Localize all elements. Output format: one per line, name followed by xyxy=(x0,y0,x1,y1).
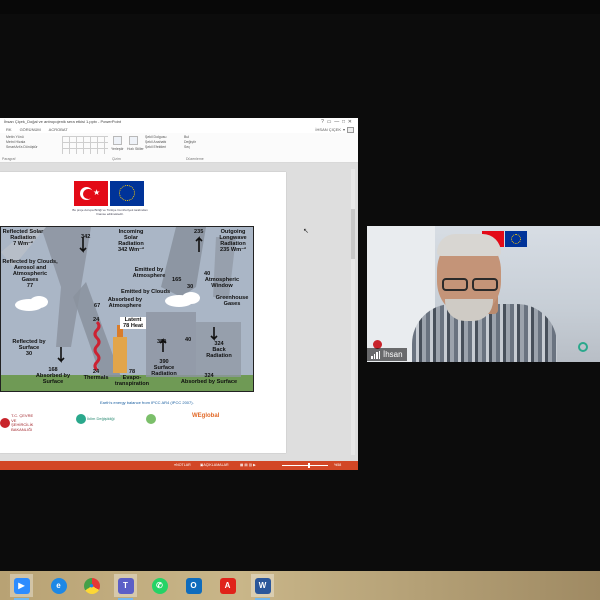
shape-format-group: Şekil Dolgusu Şekil Anahattı Şekil Efekt… xyxy=(145,135,166,150)
label-evapotranspiration: 78 Evapo- transpiration xyxy=(114,369,150,387)
label-165: 165 xyxy=(172,277,182,283)
taskbar-outlook-icon[interactable]: O xyxy=(182,574,205,597)
label-40: 40 xyxy=(185,337,192,343)
window-controls[interactable]: ? ▭ — □ ✕ xyxy=(321,118,352,126)
shapes-gallery[interactable] xyxy=(62,136,108,154)
label-latent-heat: Latent 78 Heat xyxy=(120,317,146,329)
mouse-cursor-icon: ↖ xyxy=(303,228,309,235)
partner-logo-icon xyxy=(146,414,156,424)
chevron-down-icon: ▾ xyxy=(342,127,345,132)
label-324-back-radiation: 324 Back Radiation xyxy=(206,341,232,359)
slide-editor-area: ★ Bu proje Avrupa Birliği ve Türkiye Cum… xyxy=(0,163,358,461)
shape-effects-button[interactable]: Şekil Efektleri xyxy=(145,145,166,150)
group-label-editing: Düzenleme xyxy=(186,157,204,161)
notes-button[interactable]: ≡ NOTLAR xyxy=(174,461,191,470)
partner-third-logo xyxy=(146,414,156,424)
label-surface-radiation: 390 Surface Radiation xyxy=(151,359,177,377)
partner-climate: İklim Değişikliği xyxy=(76,414,117,424)
quick-styles-label: Hızlı Stiller xyxy=(127,147,144,151)
participant-name: İhsan xyxy=(383,350,403,359)
convert-smartart-button[interactable]: SmartArt'a Dönüştür xyxy=(6,145,38,150)
label-thermals: 24 Thermals xyxy=(83,369,109,381)
label-342: 342 xyxy=(81,234,91,240)
vertical-scrollbar[interactable] xyxy=(351,169,355,455)
group-label-drawing: Çizim xyxy=(112,157,121,161)
label-outgoing-longwave: Outgoing Longwave Radiation 235 Wm⁻² xyxy=(219,229,247,253)
select-button[interactable]: Seç xyxy=(184,145,196,150)
climate-logo-icon xyxy=(76,414,86,424)
label-350: 350 xyxy=(157,339,167,345)
ministry-logo-icon xyxy=(0,418,10,428)
ribbon-tabs: RK GÖRÜNÜM ACROBAT İhsan Çiçek ▾ xyxy=(0,126,358,133)
zoom-slider[interactable] xyxy=(282,465,328,466)
energy-balance-diagram: Reflected Solar Radiation 7 Wm⁻² 342 Inc… xyxy=(0,226,254,392)
zoom-slider-knob[interactable] xyxy=(308,463,310,468)
taskbar-word-icon[interactable]: W xyxy=(251,574,274,600)
comments-button[interactable]: ▣ AÇIKLAMALAR xyxy=(200,461,229,470)
label-atmospheric-window: Atmospheric Window xyxy=(204,277,240,289)
quick-styles-icon[interactable] xyxy=(129,136,138,145)
partner-ministry: T.C. ÇEVRE VE ŞEHİRCİLİK BAKANLIĞI xyxy=(0,413,37,432)
editing-group: Bul Değiştir Seç xyxy=(184,135,196,150)
ppt-document-title: İhsan Çiçek_Doğal ve antropojenik sera e… xyxy=(4,119,121,124)
tab-view[interactable]: GÖRÜNÜM xyxy=(20,126,41,133)
taskbar-internet-explorer-icon[interactable]: e xyxy=(47,574,70,597)
label-greenhouse-gases: Greenhouse Gases xyxy=(215,295,249,307)
view-buttons[interactable]: ▦ ▤ ▥ ▶ xyxy=(240,461,256,470)
meeting-top-bar xyxy=(0,0,600,14)
taskbar-whatsapp-icon[interactable]: ✆ xyxy=(148,574,171,597)
audio-level-icon xyxy=(371,350,380,359)
label-incoming-solar: Incoming Solar Radiation 342 Wm⁻² xyxy=(118,229,144,253)
taskbar-teams-icon[interactable]: T xyxy=(114,574,137,600)
label-absorbed-surface-168: 168 Absorbed by Surface xyxy=(35,367,71,385)
taskbar-acrobat-icon[interactable]: A xyxy=(216,574,239,597)
tab-acrobat[interactable]: ACROBAT xyxy=(49,126,68,133)
label-absorbed-surface-324: 324 Absorbed by Surface xyxy=(180,373,238,385)
slide-caption: Earth's energy balance from IPCC AR4 (IP… xyxy=(100,400,194,405)
ribbon: Metin Yönü Metni Hizala SmartArt'a Dönüş… xyxy=(0,133,358,163)
ribbon-group-paragraph-tools: Metin Yönü Metni Hizala SmartArt'a Dönüş… xyxy=(6,135,38,150)
taskbar-chrome-icon[interactable]: ● xyxy=(80,574,103,597)
participant-name-tag: İhsan xyxy=(367,348,407,361)
group-label-paragraph: Paragraf xyxy=(2,157,16,161)
label-235: 235 xyxy=(194,229,204,235)
participant-video-tile[interactable]: İhsan xyxy=(367,226,600,362)
turkey-flag-icon: ★ xyxy=(74,181,108,206)
label-30: 30 xyxy=(187,284,194,290)
label-emitted-clouds: Emitted by Clouds xyxy=(121,289,171,295)
label-67: 67 xyxy=(94,303,101,309)
participant-hair xyxy=(437,234,501,256)
label-emitted-atmosphere: Emitted by Atmosphere xyxy=(132,267,166,279)
label-reflected-solar: Reflected Solar Radiation 7 Wm⁻² xyxy=(2,229,44,247)
eu-funding-note: Bu proje Avrupa Birliği ve Türkiye Cumhu… xyxy=(72,208,148,216)
screen-share-viewer: İhsan Çiçek_Doğal ve antropojenik sera e… xyxy=(0,0,600,600)
avatar xyxy=(347,126,354,133)
ppt-title-bar: İhsan Çiçek_Doğal ve antropojenik sera e… xyxy=(0,118,358,126)
climate-logo-icon xyxy=(578,342,588,352)
user-account[interactable]: İhsan Çiçek ▾ xyxy=(315,126,354,133)
arrange-label: Yerleştir xyxy=(111,147,124,151)
label-absorbed-atmosphere: Absorbed by Atmosphere xyxy=(107,297,143,309)
arrange-icon[interactable] xyxy=(113,136,122,145)
windows-taskbar: ▶ e ● T ✆ O A W xyxy=(0,571,600,600)
taskbar-zoom-icon[interactable]: ▶ xyxy=(10,574,33,600)
label-reflected-surface: Reflected by Surface 30 xyxy=(12,339,46,357)
label-24: 24 xyxy=(93,317,100,323)
scrollbar-thumb[interactable] xyxy=(351,209,355,259)
powerpoint-window[interactable]: İhsan Çiçek_Doğal ve antropojenik sera e… xyxy=(0,118,358,470)
participant-glasses xyxy=(436,278,503,292)
eu-flag-icon xyxy=(110,181,144,206)
ppt-status-bar: ≡ NOTLAR ▣ AÇIKLAMALAR ▦ ▤ ▥ ▶ %58 xyxy=(0,461,358,470)
zoom-level[interactable]: %58 xyxy=(334,461,341,470)
eu-flag-icon xyxy=(505,231,527,247)
partner-weglobal: WEglobal xyxy=(192,413,220,419)
label-reflected-clouds: Reflected by Clouds, Aerosol and Atmosph… xyxy=(2,259,58,289)
tab-home-partial[interactable]: RK xyxy=(6,126,12,133)
user-name: İhsan Çiçek xyxy=(315,127,341,132)
slide-canvas[interactable]: ★ Bu proje Avrupa Birliği ve Türkiye Cum… xyxy=(0,172,286,453)
